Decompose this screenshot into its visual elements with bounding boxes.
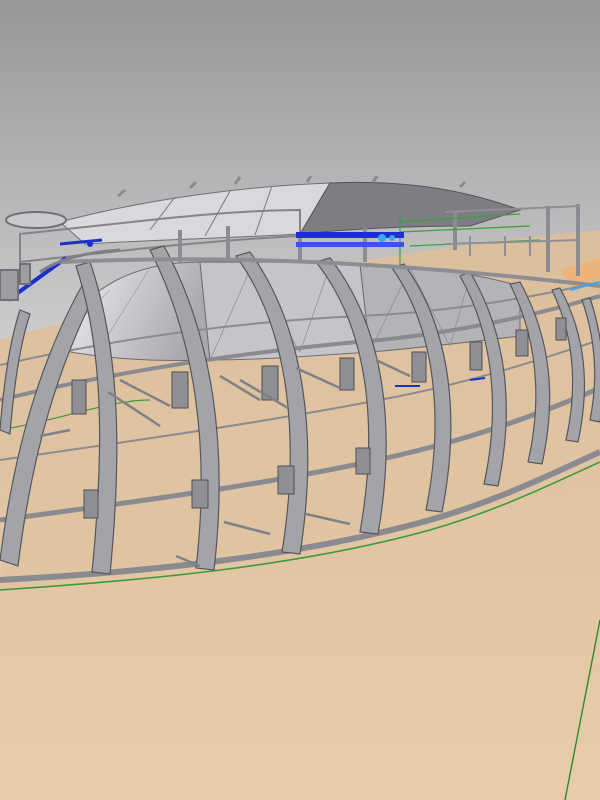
selected-beam-bottom — [296, 242, 404, 247]
selected-beam-top — [296, 232, 404, 238]
stadium-frame-scene — [0, 0, 600, 800]
cad-3d-viewport[interactable] — [0, 0, 600, 800]
